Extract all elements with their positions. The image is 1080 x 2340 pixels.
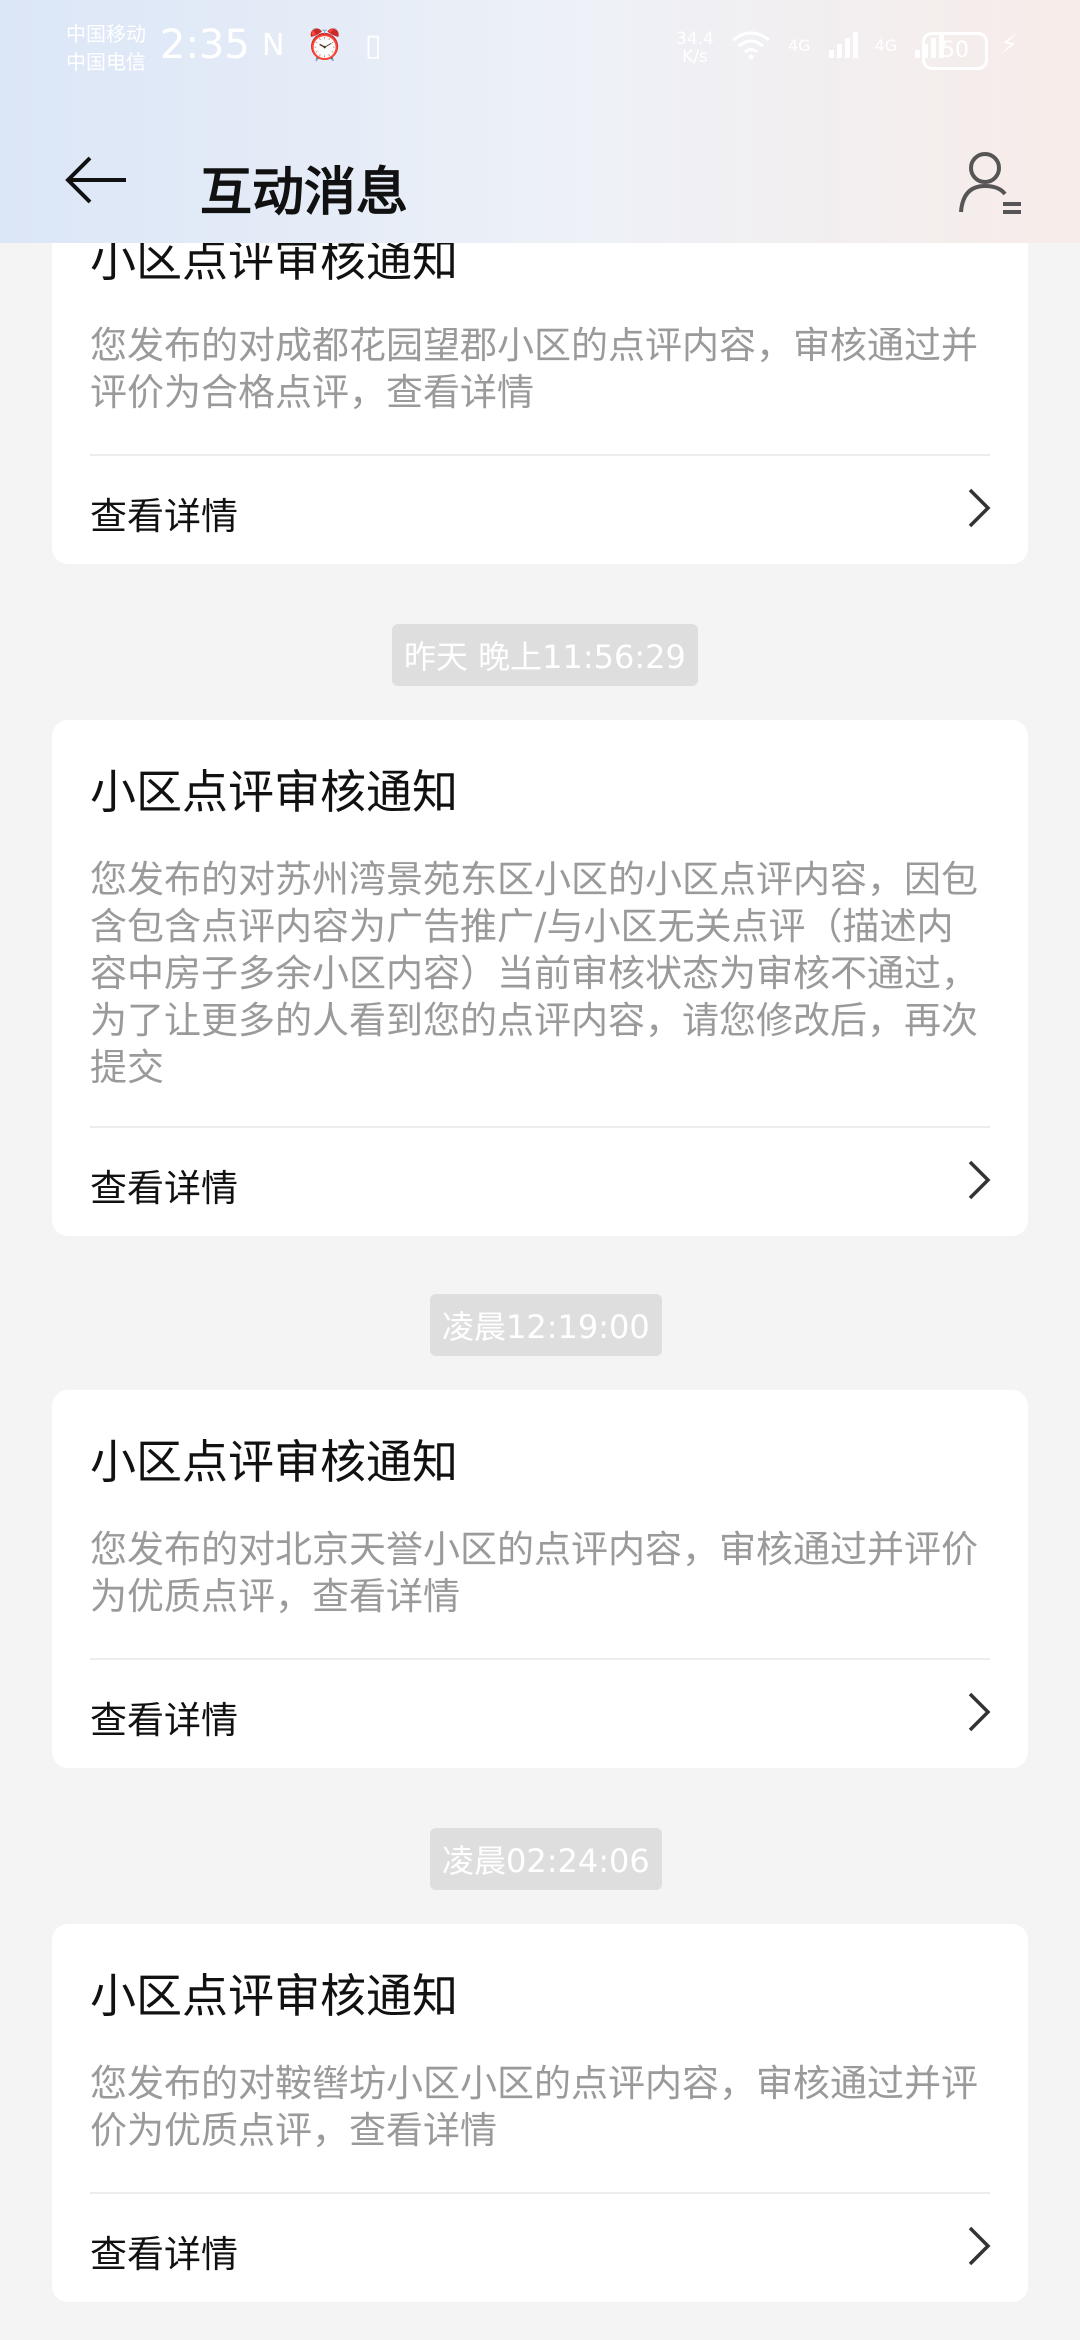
message-card: 小区点评审核通知 您发布的对北京天誉小区的点评内容，审核通过并评价为优质点评，查… [52,1390,1028,1768]
view-details-link[interactable]: 查看详情 [90,1158,238,1212]
divider [90,1658,990,1660]
message-title: 小区点评审核通知 [90,1969,458,2023]
view-details-link[interactable]: 查看详情 [90,486,238,540]
message-title: 小区点评审核通知 [90,765,458,819]
message-body: 您发布的对北京天誉小区的点评内容，审核通过并评价为优质点评，查看详情 [90,1528,978,1618]
user-settings-icon[interactable] [955,148,1025,218]
timestamp-chip: 昨天 晚上11:56:29 [392,624,698,686]
clock: 2:35 [160,22,250,68]
divider [90,1126,990,1128]
network-type: 4G [788,35,811,55]
chevron-right-icon[interactable] [964,1158,994,1202]
chevron-right-icon[interactable] [964,2224,994,2268]
message-body: 您发布的对苏州湾景苑东区小区的小区点评内容，因包含包含点评内容为广告推广/与小区… [90,858,978,1089]
divider [90,2192,990,2194]
divider [90,454,990,456]
message-body: 您发布的对鞍辔坊小区小区的点评内容，审核通过并评价为优质点评，查看详情 [90,2062,978,2152]
view-details-link[interactable]: 查看详情 [90,2224,238,2278]
chevron-right-icon[interactable] [964,486,994,530]
chevron-right-icon[interactable] [964,1690,994,1734]
nav-bar: 互动消息 [0,130,1080,230]
network-speed-unit: K/s [682,47,708,67]
message-body: 您发布的对成都花园望郡小区的点评内容，审核通过并评价为合格点评，查看详情 [90,324,978,414]
carrier-label: 中国电信 [66,50,146,74]
signal-group: 4G 4G [730,30,945,60]
timestamp-chip: 凌晨02:24:06 [430,1828,662,1890]
network-speed-value: 34.4 [676,29,714,49]
message-title: 小区点评审核通知 [90,1435,458,1489]
status-bar: 中国移动 中国电信 2:35 N ⏰ ▯ 34.4 K/s 4G 4G 50 ⚡ [0,0,1080,100]
signal-icon [828,32,858,58]
network-speed: 34.4 K/s [676,30,714,66]
timestamp-chip: 凌晨12:19:00 [430,1294,662,1356]
charging-icon: ⚡ [1000,30,1019,60]
back-arrow-icon[interactable] [62,150,132,210]
battery-indicator: 50 [922,32,988,70]
status-icons: N ⏰ ▯ [262,28,388,63]
message-card: 小区点评审核通知 您发布的对成都花园望郡小区的点评内容，审核通过并评价为合格点评… [52,200,1028,564]
view-details-link[interactable]: 查看详情 [90,1690,238,1744]
app-header: 中国移动 中国电信 2:35 N ⏰ ▯ 34.4 K/s 4G 4G 50 ⚡… [0,0,1080,243]
carrier-info: 中国移动 中国电信 [66,20,146,76]
network-type: 4G [874,35,898,55]
page-title: 互动消息 [200,163,409,223]
wifi-icon [732,31,770,60]
message-card: 小区点评审核通知 您发布的对苏州湾景苑东区小区的小区点评内容，因包含包含点评内容… [52,720,1028,1236]
message-list[interactable]: 小区点评审核通知 您发布的对成都花园望郡小区的点评内容，审核通过并评价为合格点评… [0,0,1080,2340]
carrier-label: 中国移动 [66,22,146,46]
message-card: 小区点评审核通知 您发布的对鞍辔坊小区小区的点评内容，审核通过并评价为优质点评，… [52,1924,1028,2302]
